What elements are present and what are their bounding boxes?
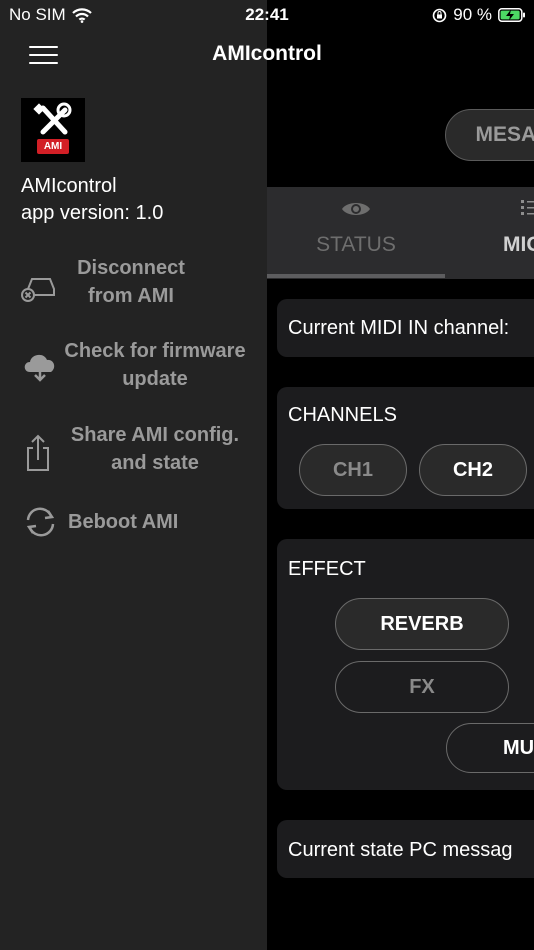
pc-message-text: Current state PC messag bbox=[288, 839, 513, 861]
menu-share-label: Share AMI config. and state bbox=[70, 424, 240, 474]
menu-firmware-update[interactable]: Check for firmware update bbox=[0, 337, 267, 399]
reverb-button[interactable]: REVERB bbox=[335, 598, 509, 650]
battery-percent: 90 % bbox=[453, 5, 492, 24]
tab-bar: STATUS MIGI bbox=[267, 187, 534, 279]
channels-title: CHANNELS bbox=[288, 404, 397, 426]
ch2-label: CH2 bbox=[452, 458, 493, 481]
effect-card: EFFECT REVERB FX MU bbox=[277, 539, 534, 790]
side-drawer: AMI AMIcontrol app version: 1.0 Disconne… bbox=[0, 0, 267, 950]
reboot-icon bbox=[26, 507, 55, 537]
device-select-label: MESA B bbox=[475, 123, 534, 146]
midi-channel-text: Current MIDI IN channel: bbox=[288, 317, 510, 339]
tab-migi-label: MIGI bbox=[503, 233, 534, 256]
nav-title: AMIcontrol bbox=[212, 42, 322, 65]
drawer-app-name: AMIcontrol bbox=[21, 175, 117, 197]
tab-migi[interactable]: MIGI bbox=[445, 187, 534, 279]
mute-button[interactable]: MU bbox=[446, 723, 534, 773]
battery-charging-icon bbox=[498, 8, 525, 22]
menu-share[interactable]: Share AMI config. and state bbox=[0, 421, 267, 483]
effect-title: EFFECT bbox=[288, 558, 366, 580]
menu-firmware-update-label: Check for firmware update bbox=[64, 340, 246, 390]
tab-status[interactable]: STATUS bbox=[267, 187, 445, 279]
logo-badge: AMI bbox=[37, 139, 69, 154]
tab-status-label: STATUS bbox=[316, 233, 396, 256]
pc-message-card: Current state PC messag bbox=[277, 820, 534, 878]
menu-reboot[interactable]: Beboot AMI bbox=[0, 505, 267, 539]
fx-button[interactable]: FX bbox=[335, 661, 509, 713]
reverb-label: REVERB bbox=[380, 612, 464, 635]
fx-label: FX bbox=[409, 675, 435, 698]
channels-card: CHANNELS CH1 CH2 bbox=[277, 387, 534, 509]
car-disconnect-icon bbox=[21, 278, 55, 302]
cloud-download-icon bbox=[24, 354, 55, 382]
menu-disconnect-label: Disconnect from AMI bbox=[77, 257, 185, 307]
ch1-label: CH1 bbox=[332, 458, 373, 481]
menu-disconnect[interactable]: Disconnect from AMI bbox=[0, 254, 267, 316]
menu-reboot-label: Beboot AMI bbox=[68, 511, 179, 533]
mute-label: MU bbox=[503, 736, 534, 759]
app-logo: AMI bbox=[21, 98, 85, 162]
midi-channel-card: Current MIDI IN channel: bbox=[277, 299, 534, 357]
eye-icon bbox=[342, 203, 370, 215]
orientation-lock-icon bbox=[432, 8, 447, 22]
logo-badge-text: AMI bbox=[43, 141, 63, 152]
drawer-app-version: app version: 1.0 bbox=[21, 202, 164, 224]
share-icon bbox=[27, 434, 49, 471]
list-icon bbox=[521, 200, 534, 215]
status-bar: No SIM 22:41 90 % bbox=[0, 0, 534, 28]
ch2-button[interactable]: CH2 bbox=[419, 444, 527, 496]
ch1-button[interactable]: CH1 bbox=[299, 444, 407, 496]
tab-indicator bbox=[267, 274, 445, 278]
device-select-button[interactable]: MESA B bbox=[445, 109, 534, 161]
